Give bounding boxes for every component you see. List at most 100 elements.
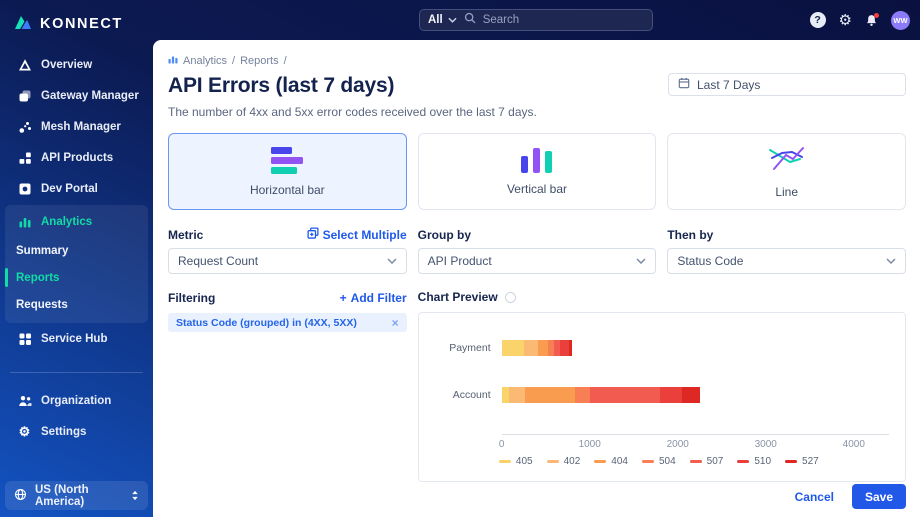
sidebar-subitem-label: Reports: [16, 271, 60, 284]
sidebar-item-label: Mesh Manager: [41, 120, 121, 133]
legend-swatch: [737, 459, 750, 464]
chart-bar-segment-510: [659, 387, 683, 403]
search-input[interactable]: [482, 14, 603, 26]
chart-bar-segment-402: [523, 340, 539, 356]
global-search[interactable]: All: [419, 9, 653, 31]
sidebar-item-label: Dev Portal: [41, 182, 98, 195]
breadcrumb-item[interactable]: Analytics: [183, 55, 227, 67]
close-icon[interactable]: ×: [392, 317, 399, 329]
chart-bar-segment-527: [682, 387, 700, 403]
chart-category-label: Account: [452, 389, 491, 401]
sidebar-subitem-summary[interactable]: Summary: [5, 237, 148, 264]
chart-bar-segment-405: [501, 340, 524, 356]
filter-and-preview: Filtering + Add Filter Status Code (grou…: [168, 290, 906, 482]
breadcrumb: Analytics / Reports /: [168, 54, 906, 67]
sidebar-item-api-products[interactable]: API Products: [0, 142, 153, 173]
sidebar-item-label: Gateway Manager: [41, 89, 139, 102]
chart-row: Payment: [429, 340, 889, 356]
legend-label: 402: [563, 456, 581, 467]
konnect-logo-icon: [13, 12, 33, 37]
breadcrumb-item[interactable]: Reports: [240, 55, 279, 67]
sidebar: KONNECT Overview Gateway Manager Mesh Ma…: [0, 0, 153, 517]
mesh-icon: [17, 120, 32, 134]
legend-item: 507: [689, 456, 723, 467]
then-by-value: Status Code: [677, 254, 744, 268]
filter-chip[interactable]: Status Code (grouped) in (4XX, 5XX) ×: [168, 313, 407, 332]
metric-select[interactable]: Request Count: [168, 248, 407, 274]
cancel-button[interactable]: Cancel: [795, 490, 834, 504]
sidebar-item-mesh-manager[interactable]: Mesh Manager: [0, 111, 153, 142]
gateway-icon: [17, 89, 32, 103]
sidebar-item-analytics[interactable]: Analytics: [5, 206, 148, 237]
sidebar-item-overview[interactable]: Overview: [0, 49, 153, 80]
sidebar-item-gateway-manager[interactable]: Gateway Manager: [0, 80, 153, 111]
plus-icon: +: [339, 290, 347, 305]
legend-item: 527: [785, 456, 819, 467]
topbar: All ? ⚙ WW: [153, 0, 920, 40]
horizontal-bar-icon: [271, 146, 304, 174]
main-panel: Analytics / Reports / API Errors (last 7…: [153, 40, 920, 517]
notifications-bell-icon[interactable]: [865, 12, 879, 27]
search-scope-dropdown[interactable]: All: [428, 14, 457, 26]
avatar[interactable]: WW: [891, 10, 910, 30]
save-button[interactable]: Save: [851, 484, 906, 509]
legend-label: 504: [658, 456, 676, 467]
x-axis-tick: 4000: [842, 439, 865, 450]
group-by-value: API Product: [427, 254, 492, 268]
chart-legend: 405 402 404 504 507 510 527: [429, 456, 889, 467]
overview-icon: [17, 58, 32, 72]
gear-icon[interactable]: ⚙: [839, 13, 852, 28]
legend-item: 404: [594, 456, 628, 467]
sidebar-subitem-requests[interactable]: Requests: [5, 291, 148, 318]
chevron-down-icon: [886, 258, 896, 264]
filter-chip-label: Status Code (grouped) in (4XX, 5XX): [176, 316, 357, 329]
region-label: US (North America): [35, 483, 89, 508]
logo[interactable]: KONNECT: [0, 0, 153, 36]
chart-preview-label: Chart Preview: [417, 290, 498, 304]
sidebar-item-dev-portal[interactable]: Dev Portal: [0, 173, 153, 204]
add-filter-label: Add Filter: [350, 290, 407, 305]
calendar-icon: [678, 77, 690, 92]
service-hub-icon: [17, 332, 32, 346]
legend-label: 405: [515, 456, 533, 467]
legend-item: 510: [737, 456, 771, 467]
sidebar-subitem-reports[interactable]: Reports: [5, 264, 148, 291]
dev-portal-icon: [17, 182, 32, 196]
chart-bar: [501, 387, 889, 403]
metric-label: Metric: [168, 227, 204, 242]
chart-preview-card: Payment Account 0 1000 2000 3000 4000 405 402 4…: [417, 312, 906, 482]
sidebar-item-label: Service Hub: [41, 332, 108, 345]
sidebar-item-label: Analytics: [41, 215, 93, 228]
sort-carets-icon: [131, 490, 139, 501]
chart-bar-segment-404: [538, 340, 548, 356]
chevron-down-icon: [636, 258, 646, 264]
region-selector[interactable]: US (North America): [5, 481, 148, 510]
legend-label: 527: [802, 456, 819, 467]
api-products-icon: [17, 151, 32, 165]
chart-type-card[interactable]: Horizontal bar: [168, 133, 407, 210]
select-multiple-icon: [307, 227, 319, 242]
chart-type-card[interactable]: Vertical bar: [417, 133, 657, 210]
sidebar-item-settings[interactable]: ⚙ Settings: [0, 416, 153, 447]
sidebar-item-organization[interactable]: Organization: [0, 385, 153, 416]
legend-label: 510: [754, 456, 772, 467]
add-filter-link[interactable]: + Add Filter: [340, 291, 407, 305]
chart-bar-segment-527: [568, 340, 573, 356]
chart-bar-segment-510: [560, 340, 569, 356]
topbar-icons: ? ⚙ WW: [809, 10, 910, 30]
date-range-picker[interactable]: Last 7 Days: [668, 73, 906, 96]
metric-control: Metric Select Multiple Request Count: [168, 227, 407, 274]
then-by-select[interactable]: Status Code: [667, 248, 906, 274]
date-range-label: Last 7 Days: [697, 77, 761, 92]
help-icon[interactable]: ?: [809, 12, 826, 28]
vertical-bar-icon: [521, 147, 553, 173]
sidebar-item-service-hub[interactable]: Service Hub: [0, 323, 153, 354]
select-multiple-link[interactable]: Select Multiple: [307, 227, 407, 242]
chevron-down-icon: [448, 14, 457, 26]
page-subtitle: The number of 4xx and 5xx error codes re…: [168, 105, 537, 119]
chart-bar: [501, 340, 889, 356]
group-by-control: Group by API Product: [417, 227, 657, 274]
chart-type-card[interactable]: Line: [667, 133, 906, 210]
group-by-select[interactable]: API Product: [417, 248, 657, 274]
chart-type-label: Line: [775, 184, 798, 199]
